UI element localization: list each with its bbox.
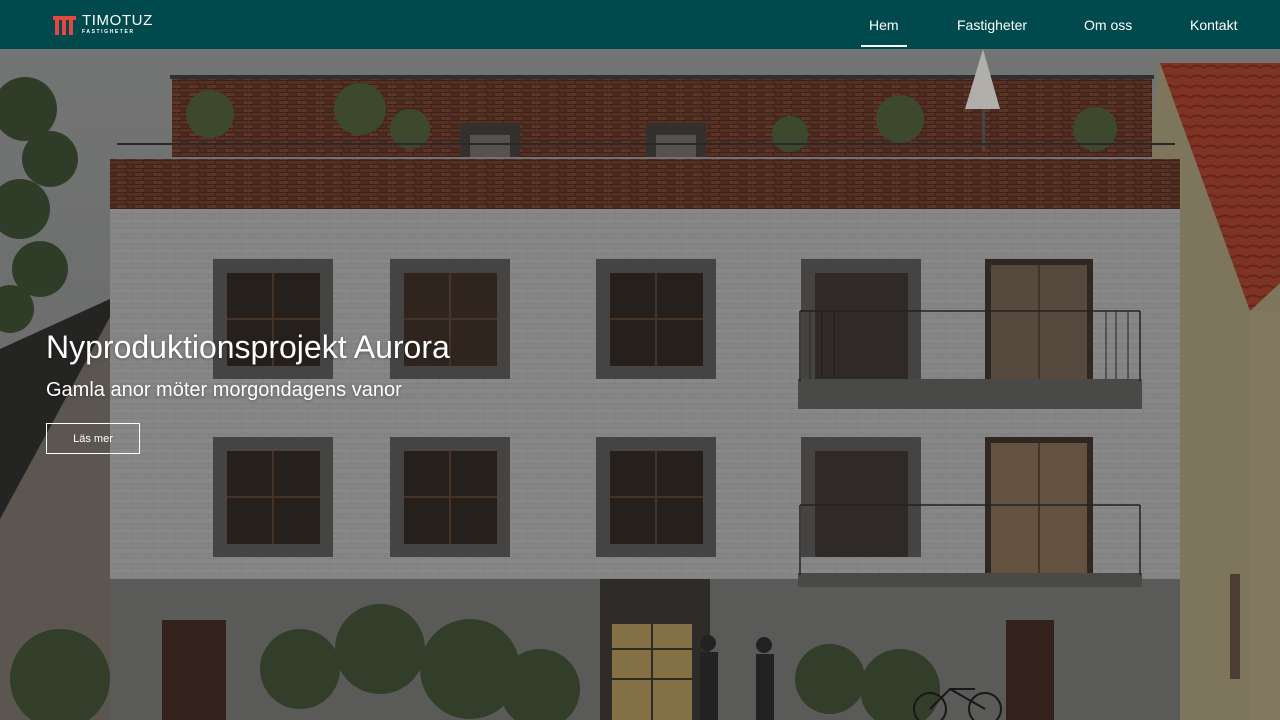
hero-title: Nyproduktionsprojekt Aurora (46, 329, 450, 365)
nav-item-kontakt[interactable]: Kontakt (1190, 0, 1237, 49)
main-nav: Hem Fastigheter Om oss Kontakt (0, 0, 1280, 49)
hero-section: Nyproduktionsprojekt Aurora Gamla anor m… (0, 49, 1280, 720)
nav-item-om-oss[interactable]: Om oss (1084, 0, 1132, 49)
nav-item-fastigheter[interactable]: Fastigheter (957, 0, 1027, 49)
hero-subtitle: Gamla anor möter morgondagens vanor (46, 379, 402, 401)
nav-item-hem[interactable]: Hem (861, 0, 907, 49)
site-header: TIMOTUZ FASTIGHETER Hem Fastigheter Om o… (0, 0, 1280, 49)
read-more-button[interactable]: Läs mer (46, 423, 140, 454)
